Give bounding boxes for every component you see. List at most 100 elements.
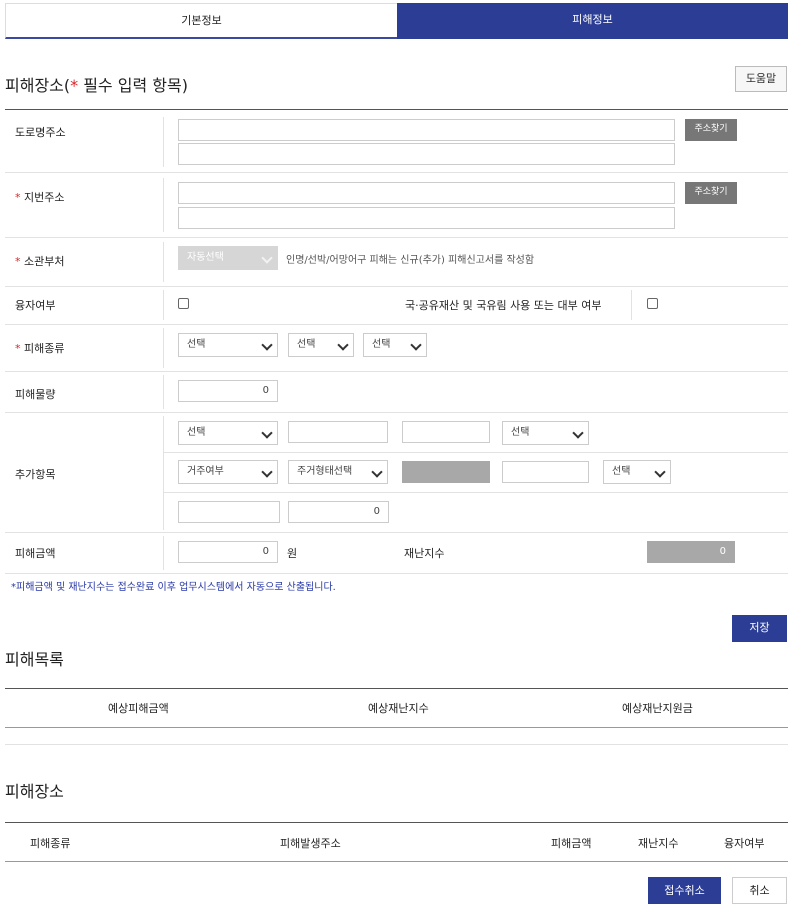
disaster-index-input: 0 [647, 541, 735, 563]
damage-list-title: 피해목록 [5, 650, 64, 669]
lot-address-input[interactable] [178, 182, 675, 204]
residence-select[interactable]: 거주여부 [178, 460, 278, 484]
chevron-down-icon [261, 339, 273, 351]
road-address-input[interactable] [178, 119, 675, 141]
extra-input-1[interactable] [288, 421, 388, 443]
chevron-down-icon [337, 339, 349, 351]
extra-items-label: 추가항목 [15, 468, 56, 481]
tab-basic-info[interactable]: 기본정보 [5, 3, 397, 39]
extra-select-e[interactable]: 선택 [603, 460, 671, 484]
row-divider [163, 452, 788, 453]
damage-amount-input[interactable]: 0 [178, 380, 278, 402]
auto-calc-note: *피해금액 및 재난지수는 접수완료 이후 업무시스템에서 자동으로 산출됩니다… [11, 582, 336, 593]
table-bottom-border [5, 744, 788, 745]
help-button[interactable]: 도움말 [735, 66, 787, 92]
divider [163, 117, 164, 167]
department-select-value: 자동선택 [187, 252, 224, 263]
col-expected-support: 예상재난지원금 [622, 702, 693, 715]
tab-damage-info[interactable]: 피해정보 [397, 3, 788, 39]
chevron-down-icon [261, 427, 273, 439]
divider [163, 416, 164, 530]
required-mark: * [15, 191, 21, 204]
chevron-down-icon [371, 466, 383, 478]
divider [631, 290, 632, 320]
table-header-border [5, 727, 788, 728]
department-label: * 소관부처 [15, 253, 64, 269]
road-address-search-button[interactable]: 주소찾기 [685, 119, 737, 141]
required-mark: * [70, 76, 79, 95]
form-top-border [5, 109, 788, 110]
lot-address-label: * 지번주소 [15, 189, 64, 205]
col-damage-cost: 피해금액 [551, 837, 592, 850]
col-expected-index: 예상재난지수 [368, 702, 429, 715]
required-mark: * [15, 255, 21, 268]
row-divider [5, 286, 788, 287]
damage-type-select-1[interactable]: 선택 [178, 333, 278, 357]
select-value: 선택 [511, 427, 530, 438]
lot-address-label-text: 지번주소 [24, 191, 65, 204]
section-title: 피해장소(* 필수 입력 항목) [5, 72, 188, 96]
divider [163, 290, 164, 320]
extra-number-input[interactable]: 0 [288, 501, 389, 523]
select-value: 선택 [612, 466, 631, 477]
chevron-down-icon [261, 466, 273, 478]
currency-unit: 원 [287, 547, 298, 560]
select-value: 선택 [187, 339, 206, 350]
title-prefix: 피해장소( [5, 76, 71, 95]
select-value: 거주여부 [187, 466, 224, 477]
divider [163, 242, 164, 282]
select-value: 선택 [372, 339, 391, 350]
lot-address-detail-input[interactable] [178, 207, 675, 229]
table-header-border [5, 861, 788, 862]
damage-type-select-3[interactable]: 선택 [363, 333, 427, 357]
col-expected-damage: 예상피해금액 [108, 702, 169, 715]
select-value: 주거형태선택 [297, 466, 353, 477]
required-mark: * [15, 342, 21, 355]
extra-select-a[interactable]: 선택 [178, 421, 278, 445]
select-value: 선택 [187, 427, 206, 438]
save-button[interactable]: 저장 [732, 615, 787, 642]
loan-checkbox[interactable] [178, 298, 189, 309]
select-value: 선택 [297, 339, 316, 350]
public-property-checkbox[interactable] [647, 298, 658, 309]
damage-type-select-2[interactable]: 선택 [288, 333, 354, 357]
damage-amount-label: 피해물량 [15, 388, 56, 401]
disaster-index-label: 재난지수 [404, 547, 445, 560]
table-top-border [5, 822, 788, 823]
chevron-down-icon [572, 427, 584, 439]
divider [163, 536, 164, 570]
chevron-down-icon [410, 339, 422, 351]
cancel-receipt-button[interactable]: 접수취소 [648, 877, 721, 904]
row-divider [5, 371, 788, 372]
extra-select-b[interactable]: 선택 [502, 421, 589, 445]
row-divider [163, 492, 788, 493]
public-property-label: 국·공유재산 및 국유림 사용 또는 대부 여부 [405, 299, 602, 312]
cancel-button[interactable]: 취소 [732, 877, 787, 904]
road-address-detail-input[interactable] [178, 143, 675, 165]
tab-bar: 기본정보 피해정보 [5, 3, 788, 39]
row-divider [5, 532, 788, 533]
housing-type-select[interactable]: 주거형태선택 [288, 460, 388, 484]
department-label-text: 소관부처 [24, 255, 65, 268]
chevron-down-icon [654, 466, 666, 478]
extra-input-2[interactable] [402, 421, 490, 443]
divider [163, 375, 164, 409]
damage-cost-input: 0 [178, 541, 278, 563]
chevron-down-icon [261, 252, 273, 264]
extra-input-4[interactable] [178, 501, 280, 523]
table-top-border [5, 688, 788, 689]
col-disaster-index: 재난지수 [638, 837, 679, 850]
road-address-label: 도로명주소 [15, 126, 66, 139]
row-divider [5, 237, 788, 238]
divider [163, 328, 164, 368]
col-damage-address: 피해발생주소 [280, 837, 341, 850]
row-divider [5, 412, 788, 413]
title-suffix: 필수 입력 항목) [78, 76, 188, 95]
extra-input-3[interactable] [502, 461, 589, 483]
damage-place-title: 피해장소 [5, 782, 64, 801]
extra-disabled-input [402, 461, 490, 483]
damage-cost-label: 피해금액 [15, 547, 56, 560]
lot-address-search-button[interactable]: 주소찾기 [685, 182, 737, 204]
row-divider [5, 573, 788, 574]
damage-type-label-text: 피해종류 [24, 342, 65, 355]
